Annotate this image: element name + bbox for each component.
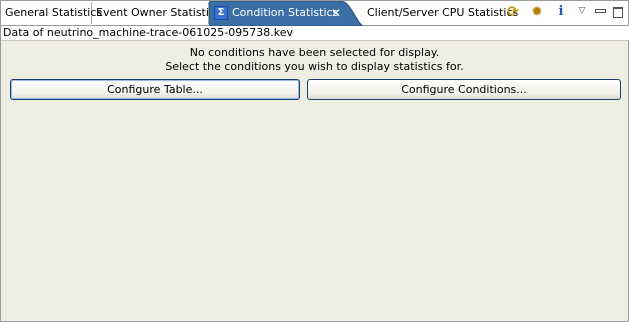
data-file-label: Data of neutrino_machine-trace-061025-09…	[1, 26, 629, 41]
minimize-icon[interactable]	[592, 4, 608, 20]
statistics-view: General Statistics Event Owner Statistic…	[0, 0, 629, 322]
gear-icon[interactable]: ✹	[529, 4, 545, 20]
tab-label: Event Owner Statistics	[96, 6, 221, 19]
tab-condition-statistics[interactable]: Σ Condition Statistics ✕	[209, 1, 363, 26]
tab-general-statistics[interactable]: General Statistics	[1, 2, 102, 24]
info-icon[interactable]: i	[553, 4, 569, 20]
configure-conditions-button[interactable]: Configure Conditions...	[307, 79, 621, 100]
tab-label: General Statistics	[5, 6, 103, 19]
sigma-icon: Σ	[214, 6, 228, 20]
tab-client-server-cpu-statistics[interactable]: Client/Server CPU Statistics	[363, 2, 518, 24]
sync-icon[interactable]: ⟳	[505, 4, 521, 20]
select-conditions-hint: Select the conditions you wish to displa…	[165, 60, 464, 73]
tab-label: Client/Server CPU Statistics	[367, 6, 519, 19]
tab-bar: General Statistics Event Owner Statistic…	[1, 1, 628, 26]
maximize-icon[interactable]	[610, 4, 626, 20]
configure-table-button[interactable]: Configure Table...	[10, 79, 300, 100]
close-icon[interactable]: ✕	[331, 2, 341, 24]
view-menu-icon[interactable]: ▽	[574, 3, 590, 19]
tab-label: Condition Statistics	[232, 6, 339, 19]
tab-event-owner-statistics[interactable]: Event Owner Statistics	[92, 2, 221, 24]
no-conditions-message: No conditions have been selected for dis…	[189, 46, 440, 59]
